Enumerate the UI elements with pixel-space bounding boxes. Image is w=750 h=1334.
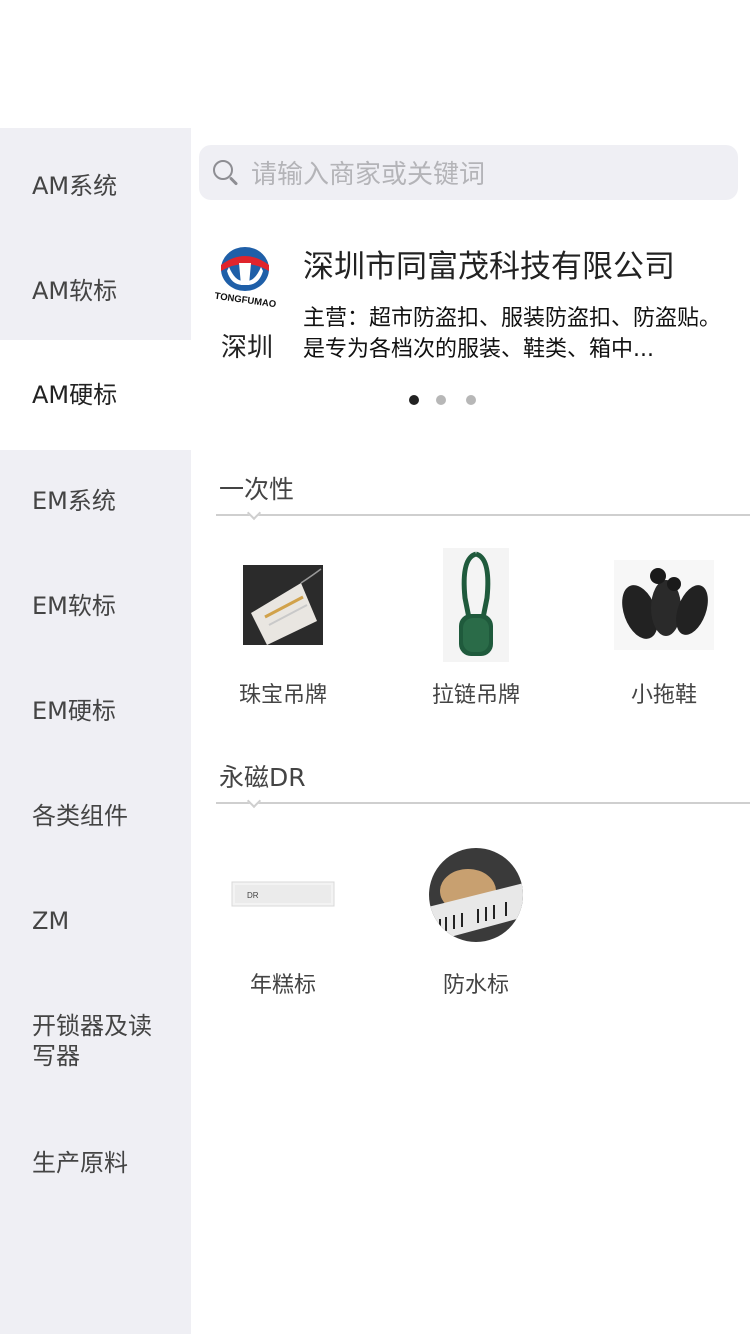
- sidebar-item-em-soft-label[interactable]: EM软标: [0, 553, 191, 658]
- merchant-name: 深圳市同富茂科技有限公司: [303, 249, 675, 285]
- section-title-disposable: 一次性: [219, 475, 295, 504]
- carousel-dot[interactable]: [466, 395, 476, 405]
- search-bar[interactable]: 请输入商家或关键词: [199, 145, 738, 200]
- product-label: 年糕标: [249, 973, 316, 998]
- search-icon: [213, 159, 239, 186]
- product-label: 防水标: [442, 973, 509, 998]
- merchant-city: 深圳: [221, 333, 274, 363]
- slipper-tag-image: [579, 545, 749, 665]
- section-divider: [216, 802, 750, 804]
- product-label: 小拖鞋: [630, 683, 697, 708]
- divider-notch: [246, 793, 262, 809]
- category-sidebar: AM系统 AM软标 AM硬标 EM系统 EM软标 EM硬标 各类组件 ZM 开锁…: [0, 128, 191, 1334]
- divider-notch: [246, 505, 262, 521]
- section-title-permanent-magnet-dr: 永磁DR: [219, 763, 306, 792]
- carousel-indicator: [409, 395, 489, 407]
- status-bar-area: [0, 0, 750, 128]
- sidebar-item-zm[interactable]: ZM: [0, 868, 191, 973]
- sidebar-item-em-hard-tag[interactable]: EM硬标: [0, 658, 191, 763]
- section-divider: [216, 514, 750, 516]
- svg-text:TONGFUMAO: TONGFUMAO: [214, 291, 277, 311]
- sidebar-item-em-system[interactable]: EM系统: [0, 448, 191, 553]
- product-label: 拉链吊牌: [431, 683, 520, 708]
- svg-text:DR: DR: [247, 891, 259, 900]
- zipper-tag-image: [391, 545, 561, 665]
- sidebar-item-unlocker-reader[interactable]: 开锁器及读写器: [0, 988, 191, 1093]
- merchant-description: 主营：超市防盗扣、服装防盗扣、防盗贴。是专为各档次的服装、鞋类、箱中...: [303, 306, 722, 362]
- carousel-dot[interactable]: [436, 395, 446, 405]
- search-input[interactable]: 请输入商家或关键词: [251, 154, 485, 191]
- product-dr-label[interactable]: DR 年糕标: [198, 835, 368, 999]
- barcode-roll-image: [391, 835, 561, 955]
- product-waterproof-label[interactable]: 防水标: [391, 835, 561, 999]
- sidebar-item-raw-materials[interactable]: 生产原料: [0, 1110, 191, 1215]
- sidebar-item-am-system[interactable]: AM系统: [0, 133, 191, 238]
- product-zipper-tag[interactable]: 拉链吊牌: [391, 545, 561, 709]
- sidebar-item-am-soft-label[interactable]: AM软标: [0, 238, 191, 343]
- product-label: 珠宝吊牌: [238, 683, 327, 708]
- product-jewelry-tag[interactable]: 珠宝吊牌: [198, 545, 368, 709]
- jewelry-tag-image: [198, 545, 368, 665]
- sidebar-item-components[interactable]: 各类组件: [0, 763, 191, 868]
- merchant-card[interactable]: TONGFUMAO 深圳 深圳市同富茂科技有限公司 主营：超市防盗扣、服装防盗扣…: [199, 225, 750, 385]
- merchant-logo: TONGFUMAO: [209, 243, 281, 315]
- dr-label-image: DR: [198, 835, 368, 955]
- product-slipper-tag[interactable]: 小拖鞋: [579, 545, 749, 709]
- carousel-dot[interactable]: [409, 395, 419, 405]
- sidebar-item-am-hard-tag[interactable]: AM硬标: [0, 340, 191, 450]
